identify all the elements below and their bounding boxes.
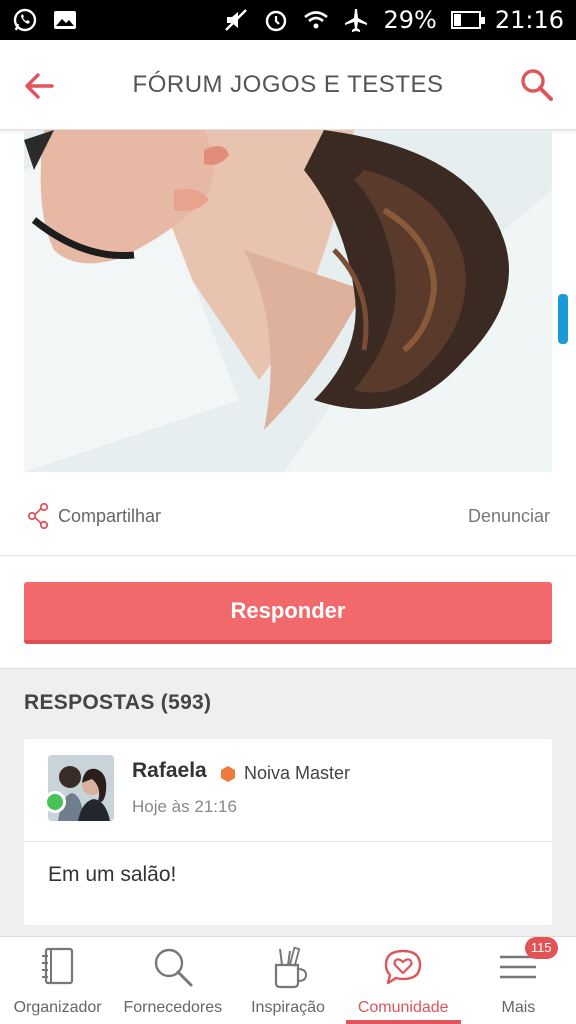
post-image [24, 130, 552, 472]
post-actions: Compartilhar Denunciar [0, 490, 576, 556]
notebook-icon [41, 947, 73, 985]
nav-comunidade[interactable]: Comunidade [345, 937, 462, 1024]
replies-section: RESPOSTAS (593) Rafaela Noiva Master Hoj… [0, 668, 576, 936]
back-arrow-icon[interactable] [22, 68, 58, 104]
share-button[interactable]: Compartilhar [26, 502, 161, 530]
airplane-icon [343, 7, 369, 33]
clock: 21:16 [494, 6, 564, 34]
status-bar: 29% 21:16 [0, 0, 576, 40]
reply-card: Rafaela Noiva Master Hoje às 21:16 Em um… [24, 739, 552, 925]
mute-icon [223, 7, 249, 33]
battery-percent: 29% [383, 6, 437, 34]
app-header: FÓRUM JOGOS E TESTES [0, 40, 576, 130]
card-divider [24, 841, 552, 842]
page-title: FÓRUM JOGOS E TESTES [132, 70, 444, 98]
rank-badge-icon [220, 765, 236, 783]
reply-text: Em um salão! [48, 863, 177, 886]
nav-mais[interactable]: 115 Mais [461, 937, 576, 1024]
nav-inspiracao[interactable]: Inspiração [230, 937, 345, 1024]
nav-fornecedores[interactable]: Fornecedores [115, 937, 230, 1024]
scroll-indicator[interactable] [558, 294, 568, 344]
reply-button[interactable]: Responder [24, 582, 552, 644]
search-icon [154, 948, 193, 987]
search-icon[interactable] [518, 66, 556, 104]
heart-chat-icon [385, 949, 422, 985]
online-status-dot [44, 791, 66, 813]
user-name[interactable]: Rafaela [132, 759, 207, 783]
report-link[interactable]: Denunciar [468, 506, 550, 527]
share-icon [27, 502, 49, 530]
alarm-icon [263, 7, 289, 33]
nav-label-fornecedores: Fornecedores [123, 999, 223, 1016]
user-rank: Noiva Master [244, 763, 351, 783]
whatsapp-icon [12, 7, 38, 33]
gallery-icon [52, 7, 78, 33]
battery-fill [453, 14, 461, 26]
replies-title: RESPOSTAS (593) [24, 691, 212, 714]
post-image-drawing [24, 130, 552, 472]
share-label: Compartilhar [58, 505, 162, 526]
post-time: Hoje às 21:16 [132, 797, 237, 816]
nav-label-inspiracao: Inspiração [251, 999, 325, 1016]
nav-label-mais: Mais [501, 999, 536, 1016]
bottom-nav: Organizador Fornecedores Inspiração Comu… [0, 936, 576, 1024]
notification-badge: 115 [524, 937, 558, 959]
nav-organizador[interactable]: Organizador [0, 937, 115, 1024]
nav-label-organizador: Organizador [13, 999, 102, 1016]
pencil-cup-icon [274, 946, 308, 989]
wifi-icon [303, 7, 329, 33]
nav-label-comunidade: Comunidade [357, 999, 449, 1016]
battery-icon [450, 11, 485, 29]
